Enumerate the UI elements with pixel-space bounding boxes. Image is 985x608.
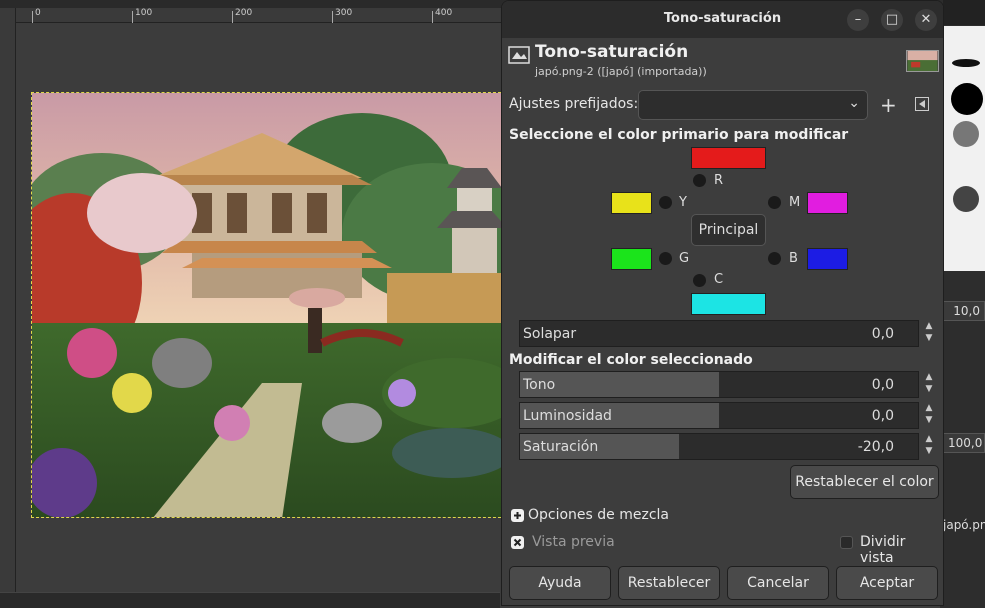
red-swatch xyxy=(691,147,766,169)
hue-value[interactable]: 0,0 xyxy=(872,377,894,393)
ruler-label: 400 xyxy=(435,8,453,18)
yellow-swatch xyxy=(611,192,652,214)
green-radio[interactable] xyxy=(659,252,672,265)
chevron-down-icon: ⌄ xyxy=(848,95,860,111)
ruler-label: 300 xyxy=(335,8,353,18)
overlap-track[interactable]: Solapar 0,0 xyxy=(519,320,919,347)
hue-saturation-icon xyxy=(508,46,530,64)
brush-size-field[interactable]: 10,0 xyxy=(943,301,985,321)
japanese-garden-image[interactable] xyxy=(31,92,506,518)
ruler-label: 0 xyxy=(35,8,41,18)
preset-menu-icon[interactable] xyxy=(915,97,929,111)
cyan-swatch xyxy=(691,293,766,315)
saturation-label: Saturación xyxy=(523,439,599,455)
cyan-label: C xyxy=(714,272,724,287)
preview-checkbox[interactable] xyxy=(511,536,524,549)
layer-name[interactable]: japó.png xyxy=(943,518,985,532)
lightness-spinner[interactable]: ▲ ▼ xyxy=(921,402,937,429)
blend-options-label[interactable]: Opciones de mezcla xyxy=(528,507,669,523)
window-title: Tono-saturación xyxy=(663,11,782,26)
lightness-value[interactable]: 0,0 xyxy=(872,408,894,424)
split-view-label: Dividir vista xyxy=(860,534,906,566)
overlap-label: Solapar xyxy=(523,326,577,342)
hue-slider[interactable]: Tono 0,0 ▲ ▼ xyxy=(519,371,937,398)
overlap-spinner[interactable]: ▲ ▼ xyxy=(921,320,937,347)
blue-swatch xyxy=(807,248,848,270)
lightness-label: Luminosidad xyxy=(523,408,612,424)
hue-track[interactable]: Tono 0,0 xyxy=(519,371,919,398)
magenta-radio[interactable] xyxy=(768,196,781,209)
dialog-titlebar[interactable]: Tono-saturación – □ ✕ xyxy=(502,1,943,38)
hue-label: Tono xyxy=(523,377,556,393)
green-label: G xyxy=(679,251,690,266)
horizontal-ruler: 0 100 200 300 400 xyxy=(16,8,506,23)
maximize-button[interactable]: □ xyxy=(881,9,903,31)
status-bar xyxy=(0,592,500,608)
presets-label: Ajustes prefijados: xyxy=(509,96,639,112)
overlap-value[interactable]: 0,0 xyxy=(872,326,894,342)
presets-combo[interactable]: ⌄ xyxy=(638,90,868,120)
primary-color-section-title: Seleccione el color primario para modifi… xyxy=(509,127,849,143)
help-button[interactable]: Ayuda xyxy=(509,566,611,600)
lightness-track[interactable]: Luminosidad 0,0 xyxy=(519,402,919,429)
vertical-ruler xyxy=(0,8,16,608)
dock-tab[interactable] xyxy=(943,0,985,25)
dialog-subtitle: japó.png-2 ([japó] (importada)) xyxy=(535,65,707,78)
red-label: R xyxy=(714,173,724,188)
green-swatch xyxy=(611,248,652,270)
ruler-label: 200 xyxy=(235,8,253,18)
blue-label: B xyxy=(789,251,798,266)
hue-spinner[interactable]: ▲ ▼ xyxy=(921,371,937,398)
magenta-label: M xyxy=(789,195,801,210)
overlap-slider[interactable]: Solapar 0,0 ▲ ▼ xyxy=(519,320,937,347)
blue-radio[interactable] xyxy=(768,252,781,265)
brush-list[interactable] xyxy=(943,26,985,271)
saturation-spinner[interactable]: ▲ ▼ xyxy=(921,433,937,460)
saturation-track[interactable]: Saturación -20,0 xyxy=(519,433,919,460)
principal-button[interactable]: Principal xyxy=(691,214,766,246)
yellow-label: Y xyxy=(679,195,687,210)
modify-color-section-title: Modificar el color seleccionado xyxy=(509,352,753,368)
image-thumbnail xyxy=(906,50,939,72)
ok-button[interactable]: Aceptar xyxy=(836,566,938,600)
lightness-slider[interactable]: Luminosidad 0,0 ▲ ▼ xyxy=(519,402,937,429)
cancel-button[interactable]: Cancelar xyxy=(727,566,829,600)
hue-saturation-dialog: Tono-saturación – □ ✕ Tono-saturación ja… xyxy=(501,0,944,606)
close-button[interactable]: ✕ xyxy=(915,9,937,31)
magenta-swatch xyxy=(807,192,848,214)
red-radio[interactable] xyxy=(693,174,706,187)
reset-button[interactable]: Restablecer xyxy=(618,566,720,600)
blend-options-expander[interactable] xyxy=(511,509,524,522)
preview-label: Vista previa xyxy=(532,534,615,550)
opacity-field[interactable]: 100,0 xyxy=(943,433,985,453)
ruler-label: 100 xyxy=(135,8,153,18)
yellow-radio[interactable] xyxy=(659,196,672,209)
cyan-radio[interactable] xyxy=(693,274,706,287)
dialog-header: Tono-saturación japó.png-2 ([japó] (impo… xyxy=(502,38,943,86)
saturation-value[interactable]: -20,0 xyxy=(858,439,894,455)
saturation-slider[interactable]: Saturación -20,0 ▲ ▼ xyxy=(519,433,937,460)
split-view-checkbox[interactable] xyxy=(840,536,853,549)
minimize-button[interactable]: – xyxy=(847,9,869,31)
add-preset-icon[interactable]: + xyxy=(880,93,897,117)
reset-color-button[interactable]: Restablecer el color xyxy=(790,465,939,499)
dialog-heading: Tono-saturación xyxy=(535,42,689,62)
